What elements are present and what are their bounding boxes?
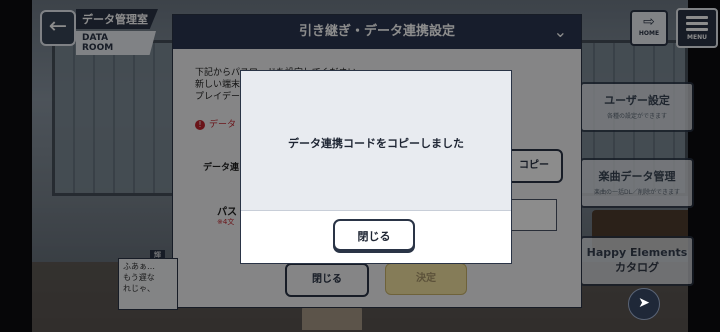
send-icon: ➤: [638, 295, 650, 311]
modal-message: データ連携コードをコピーしました: [288, 137, 464, 150]
modal-close-button[interactable]: 閉じる: [333, 219, 415, 251]
copy-complete-modal: データ連携コードをコピーしました 閉じる: [240, 70, 512, 264]
modal-footer: 閉じる: [241, 210, 511, 263]
send-button[interactable]: ➤: [628, 288, 660, 320]
